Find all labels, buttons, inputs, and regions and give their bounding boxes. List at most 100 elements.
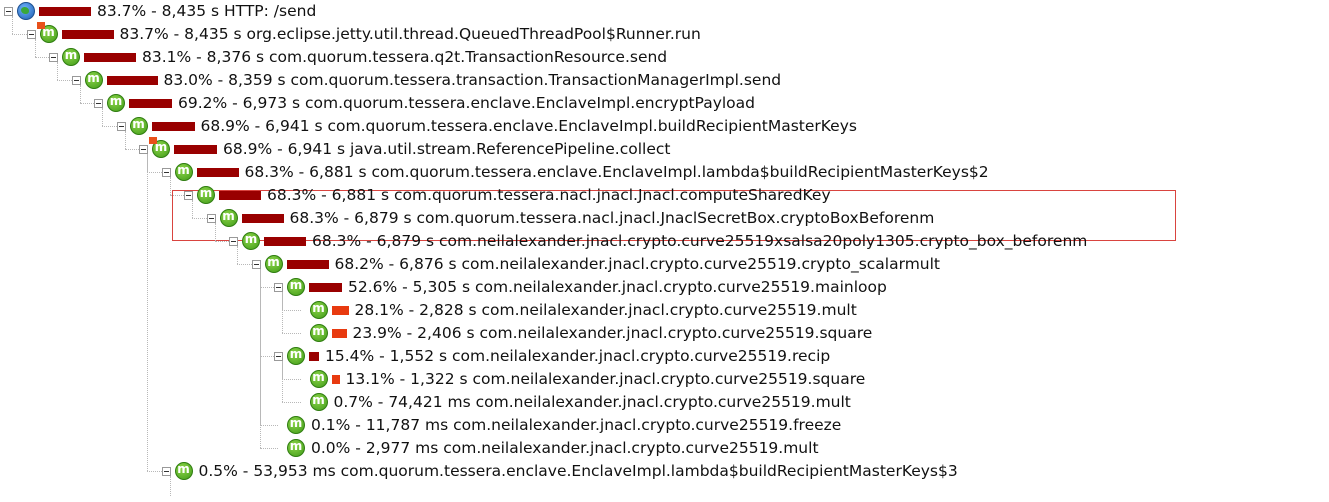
time-bar [61,29,114,39]
time-bar [151,121,195,131]
time-bar [309,282,342,292]
hotspot-flag-icon [149,137,157,144]
method-icon [287,347,305,365]
node-label: 68.3% - 6,881 s com.quorum.tessera.encla… [244,163,989,181]
tree-node[interactable]: 15.4% - 1,552 s com.neilalexander.jnacl.… [274,345,830,368]
tree-node[interactable]: 83.0% - 8,359 s com.quorum.tessera.trans… [71,69,782,92]
hotspot-flag-icon [36,22,45,29]
method-icon [129,117,148,135]
node-label: 0.7% - 74,421 ms com.neilalexander.jnacl… [333,393,851,411]
call-tree: 83.7% - 8,435 s HTTP: /send 83.7% - 8,435… [0,0,1329,502]
collapse-toggle-icon[interactable] [71,75,81,85]
collapse-toggle-icon[interactable] [229,236,238,246]
time-bar [84,52,136,62]
tree-node[interactable]: 68.9% - 6,941 s com.quorum.tessera.encla… [116,115,857,138]
node-label: 0.5% - 53,953 ms com.quorum.tessera.encl… [198,462,958,480]
method-icon [287,416,305,434]
tree-node[interactable]: 83.1% - 8,376 s com.quorum.tessera.q2t.T… [49,46,667,69]
node-label: 68.9% - 6,941 s com.quorum.tessera.encla… [200,117,857,135]
node-label: 13.1% - 1,322 s com.neilalexander.jnacl.… [345,370,866,388]
method-icon [84,71,103,89]
time-bar [264,236,306,246]
method-icon [107,94,125,112]
time-bar [129,98,172,108]
tree-node[interactable]: 68.3% - 6,879 s com.quorum.tessera.nacl.… [206,207,935,230]
tree-node[interactable]: 0.0% - 2,977 ms com.neilalexander.jnacl.… [274,437,819,460]
node-label: 0.1% - 11,787 ms com.neilalexander.jnacl… [311,416,842,434]
node-label: 68.2% - 6,876 s com.neilalexander.jnacl.… [334,255,941,273]
time-bar [241,213,284,223]
node-label: 15.4% - 1,552 s com.neilalexander.jnacl.… [325,347,831,365]
method-icon [264,255,283,273]
node-label: 83.1% - 8,376 s com.quorum.tessera.q2t.T… [142,48,668,66]
method-icon [309,301,328,319]
time-bar [106,75,158,85]
method-icon [309,370,328,388]
node-label: 68.3% - 6,881 s com.quorum.tessera.nacl.… [267,186,831,204]
method-icon [174,462,193,480]
tree-node[interactable]: 68.3% - 6,881 s com.quorum.tessera.nacl.… [184,184,831,207]
collapse-toggle-icon[interactable] [274,351,283,361]
method-icon [309,324,328,342]
time-bar [39,6,91,16]
collapse-toggle-icon[interactable] [49,52,58,62]
collapse-toggle-icon[interactable] [161,466,171,476]
method-icon [287,439,305,457]
collapse-toggle-icon[interactable] [251,259,261,269]
method-icon [36,22,58,43]
method-icon [174,163,193,181]
tree-node[interactable]: 0.5% - 53,953 ms com.quorum.tessera.encl… [161,460,958,483]
time-bar [331,374,340,384]
collapse-toggle-icon[interactable] [116,121,126,131]
tree-node[interactable]: 69.2% - 6,973 s com.quorum.tessera.encla… [94,92,755,115]
tree-node[interactable]: 52.6% - 5,305 s com.neilalexander.jnacl.… [274,276,887,299]
node-label: 83.7% - 8,435 s HTTP: /send [97,2,317,20]
tree-node[interactable]: 68.2% - 6,876 s com.neilalexander.jnacl.… [251,253,941,276]
collapse-toggle-icon[interactable] [4,6,13,16]
tree-node[interactable]: 13.1% - 1,322 s com.neilalexander.jnacl.… [297,368,866,391]
time-bar [286,259,329,269]
globe-icon [17,2,35,20]
tree-connector [259,269,261,448]
node-label: 23.9% - 2,406 s com.neilalexander.jnacl.… [352,324,873,342]
node-label: 68.3% - 6,879 s com.neilalexander.jnacl.… [312,232,1088,250]
tree-node[interactable]: 83.7% - 8,435 s org.eclipse.jetty.util.t… [26,22,701,46]
time-bar [196,167,239,177]
tree-node[interactable]: 68.3% - 6,879 s com.neilalexander.jnacl.… [229,230,1087,253]
tree-connector [147,154,148,471]
node-label: 52.6% - 5,305 s com.neilalexander.jnacl.… [348,278,887,296]
collapse-toggle-icon[interactable] [26,29,36,39]
collapse-toggle-icon[interactable] [139,144,148,154]
collapse-toggle-icon[interactable] [206,213,216,223]
time-bar [331,328,347,338]
collapse-toggle-icon[interactable] [94,98,103,108]
method-icon [219,209,238,227]
tree-node[interactable]: 83.7% - 8,435 s HTTP: /send [4,0,316,23]
method-icon [197,186,215,204]
node-label: 68.9% - 6,941 s java.util.stream.Referen… [223,140,671,158]
tree-node[interactable]: 0.1% - 11,787 ms com.neilalexander.jnacl… [274,414,841,437]
node-label: 83.7% - 8,435 s org.eclipse.jetty.util.t… [119,25,701,43]
tree-node[interactable]: 68.3% - 6,881 s com.quorum.tessera.encla… [161,161,989,184]
collapse-toggle-icon[interactable] [274,282,283,292]
time-bar [219,190,261,200]
tree-node[interactable]: 0.7% - 74,421 ms com.neilalexander.jnacl… [297,391,851,414]
collapse-toggle-icon[interactable] [161,167,171,177]
collapse-toggle-icon[interactable] [184,190,193,200]
method-icon [309,393,328,411]
method-icon [287,278,305,296]
tree-node[interactable]: 68.9% - 6,941 s java.util.stream.Referen… [139,137,671,161]
time-bar [331,305,349,315]
method-icon [62,48,80,66]
node-label: 83.0% - 8,359 s com.quorum.tessera.trans… [163,71,782,89]
node-label: 28.1% - 2,828 s com.neilalexander.jnacl.… [354,301,857,319]
node-label: 68.3% - 6,879 s com.quorum.tessera.nacl.… [289,209,935,227]
node-label: 69.2% - 6,973 s com.quorum.tessera.encla… [178,94,755,112]
method-icon [149,137,170,158]
tree-node[interactable]: 28.1% - 2,828 s com.neilalexander.jnacl.… [297,299,857,322]
time-bar [309,351,319,361]
method-icon [242,232,260,250]
node-label: 0.0% - 2,977 ms com.neilalexander.jnacl.… [311,439,819,457]
time-bar [174,144,217,154]
tree-node[interactable]: 23.9% - 2,406 s com.neilalexander.jnacl.… [297,322,873,345]
